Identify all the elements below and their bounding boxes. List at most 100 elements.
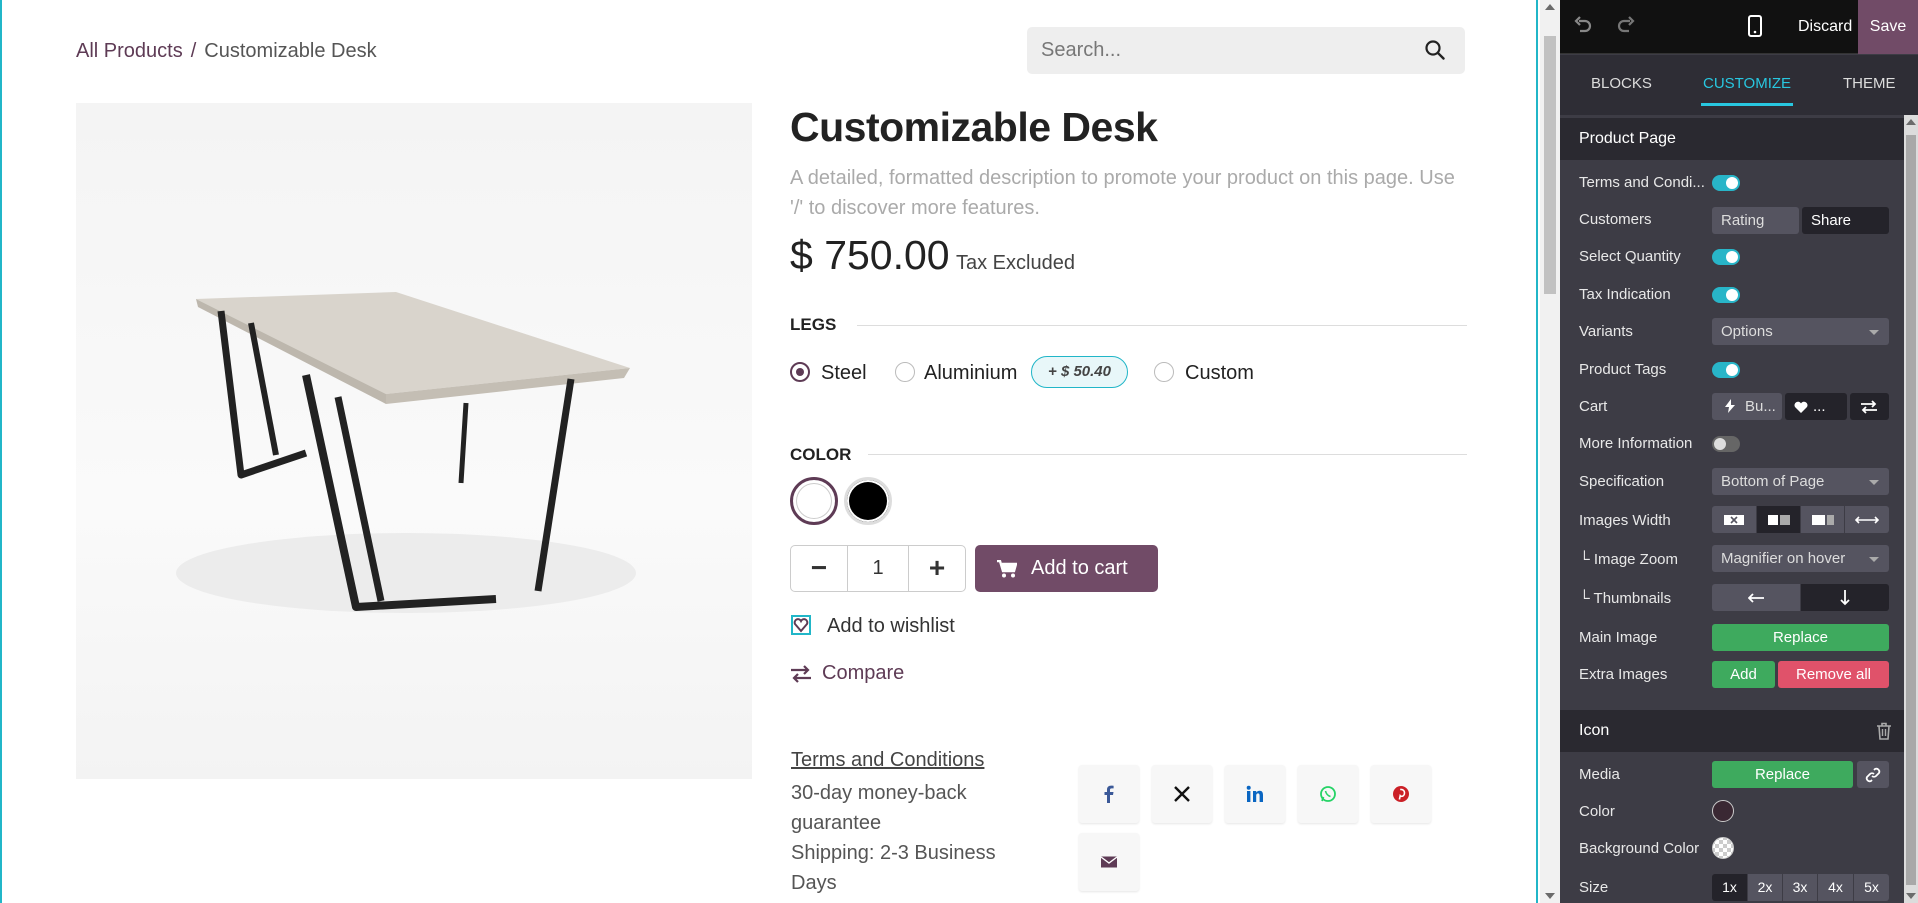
quantity-decrease-button[interactable]: − [791, 546, 848, 591]
exchange-icon [1861, 400, 1877, 414]
share-x-button[interactable] [1152, 765, 1212, 823]
redo-icon[interactable] [1615, 15, 1637, 37]
icon-section-header[interactable]: Icon [1560, 710, 1904, 752]
product-description[interactable]: A detailed, formatted description to pro… [790, 163, 1470, 223]
product-price: $ 750.00 [790, 232, 950, 278]
size-2x-option[interactable]: 2x [1747, 874, 1782, 901]
extra-images-add-button[interactable]: Add [1712, 661, 1775, 688]
images-width-none-option[interactable] [1712, 506, 1756, 533]
facebook-icon [1104, 785, 1114, 803]
scrollbar-thumb[interactable] [1906, 135, 1916, 885]
images-width-full-option[interactable] [1844, 506, 1889, 533]
editor-tabs: BLOCKS CUSTOMIZE THEME [1560, 55, 1918, 115]
icon-section-title: Icon [1579, 722, 1610, 739]
scrollbar-thumb[interactable] [1544, 36, 1556, 294]
variants-select[interactable]: Options [1712, 318, 1889, 345]
trash-icon[interactable] [1876, 722, 1892, 740]
discard-button[interactable]: Discard [1788, 0, 1862, 54]
images-width-66-option[interactable] [1800, 506, 1844, 533]
specification-label: Specification [1579, 473, 1665, 490]
preview-scrollbar[interactable] [1540, 0, 1560, 903]
images-width-half-option[interactable] [1756, 506, 1800, 533]
search-icon[interactable] [1425, 40, 1445, 60]
customers-option-label: Customers [1579, 211, 1652, 228]
legs-steel-radio[interactable] [790, 362, 810, 382]
desk-illustration [176, 292, 636, 613]
scroll-up-icon[interactable] [1906, 119, 1916, 125]
x-twitter-icon [1174, 786, 1190, 802]
mobile-preview-icon[interactable] [1748, 15, 1762, 37]
legs-custom-radio[interactable] [1154, 362, 1174, 382]
tab-blocks[interactable]: BLOCKS [1591, 75, 1652, 92]
linkedin-icon [1246, 785, 1263, 802]
product-page-section-header[interactable]: Product Page [1560, 118, 1904, 160]
product-tags-toggle[interactable] [1712, 362, 1740, 378]
breadcrumb-all-products-link[interactable]: All Products [76, 40, 183, 62]
bolt-icon [1725, 399, 1735, 413]
cart-wishlist-button[interactable]: ... [1785, 393, 1847, 420]
thumbnails-bottom-option[interactable] [1800, 584, 1889, 611]
search-input[interactable] [1041, 39, 1401, 62]
specification-select[interactable]: Bottom of Page [1712, 468, 1889, 495]
legs-steel-label[interactable]: Steel [821, 362, 867, 385]
color-swatch-black[interactable] [844, 477, 892, 525]
extra-images-remove-all-button[interactable]: Remove all [1778, 661, 1889, 688]
select-quantity-label: Select Quantity [1579, 248, 1681, 265]
icon-color-picker[interactable] [1712, 800, 1734, 822]
email-icon [1100, 856, 1118, 868]
tax-note: Tax Excluded [956, 252, 1075, 274]
share-pinterest-button[interactable] [1371, 765, 1431, 823]
tax-indication-toggle[interactable] [1712, 287, 1740, 303]
customers-share-button[interactable]: Share [1802, 207, 1889, 234]
size-5x-option[interactable]: 5x [1853, 874, 1889, 901]
share-facebook-button[interactable] [1079, 765, 1139, 823]
editor-topbar: Discard Save [1560, 0, 1918, 54]
image-zoom-label: └ Image Zoom [1579, 551, 1678, 568]
background-color-picker[interactable] [1712, 837, 1734, 859]
product-image[interactable] [76, 103, 752, 779]
tab-theme[interactable]: THEME [1843, 75, 1896, 92]
cart-compare-button[interactable] [1850, 393, 1889, 420]
thumbnails-left-option[interactable] [1712, 584, 1800, 611]
scroll-down-icon[interactable] [1906, 893, 1916, 899]
terms-toggle[interactable] [1712, 175, 1740, 191]
editor-panel: Discard Save BLOCKS CUSTOMIZE THEME Prod… [1560, 0, 1918, 903]
extra-price-prefix: + [1048, 363, 1057, 380]
scroll-down-icon[interactable] [1545, 893, 1555, 899]
media-replace-button[interactable]: Replace [1712, 761, 1853, 788]
background-color-label: Background Color [1579, 840, 1700, 857]
color-divider [868, 454, 1467, 455]
save-button[interactable]: Save [1858, 0, 1918, 54]
size-label: Size [1579, 879, 1609, 896]
customers-rating-button[interactable]: Rating [1712, 207, 1799, 234]
quantity-input[interactable]: 1 [848, 546, 908, 591]
tab-customize[interactable]: CUSTOMIZE [1700, 75, 1794, 106]
legs-aluminium-label[interactable]: Aluminium [924, 362, 1017, 385]
guarantee-text: 30-day money-back guarantee Shipping: 2-… [791, 778, 1021, 898]
terms-link[interactable]: Terms and Conditions [791, 749, 984, 772]
color-swatch-white[interactable] [790, 477, 838, 525]
select-quantity-toggle[interactable] [1712, 249, 1740, 265]
legs-custom-label[interactable]: Custom [1185, 362, 1254, 385]
share-email-button[interactable] [1079, 833, 1139, 891]
media-link-button[interactable] [1857, 761, 1889, 788]
size-1x-option[interactable]: 1x [1712, 874, 1747, 901]
share-linkedin-button[interactable] [1225, 765, 1285, 823]
main-image-replace-button[interactable]: Replace [1712, 624, 1889, 651]
size-4x-option[interactable]: 4x [1817, 874, 1853, 901]
image-zoom-select[interactable]: Magnifier on hover [1712, 545, 1889, 572]
cart-buy-now-button[interactable]: Bu... [1712, 393, 1782, 420]
add-to-cart-button[interactable]: Add to cart [975, 545, 1158, 592]
product-title: Customizable Desk [790, 104, 1158, 150]
scroll-up-icon[interactable] [1545, 4, 1555, 10]
panel-scrollbar[interactable] [1904, 115, 1918, 903]
more-information-toggle[interactable] [1712, 436, 1740, 452]
undo-icon[interactable] [1572, 15, 1594, 37]
legs-heading: LEGS [790, 315, 837, 334]
legs-aluminium-radio[interactable] [895, 362, 915, 382]
sub-option-marker: └ [1579, 551, 1590, 568]
heart-icon [1794, 401, 1808, 413]
share-whatsapp-button[interactable] [1298, 765, 1358, 823]
quantity-increase-button[interactable]: + [908, 546, 965, 591]
size-3x-option[interactable]: 3x [1782, 874, 1817, 901]
